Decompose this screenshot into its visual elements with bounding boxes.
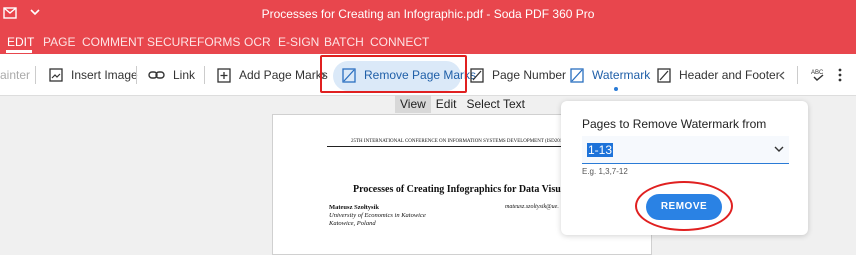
toolbar-divider <box>35 66 36 84</box>
watermark-active-dot <box>614 87 618 91</box>
toolbar-divider <box>797 66 798 84</box>
tab-view[interactable]: View <box>395 95 431 113</box>
doc-header: 25TH INTERNATIONAL CONFERENCE ON INFORMA… <box>351 139 580 144</box>
add-page-marks-icon <box>217 67 231 83</box>
page-number-icon <box>470 67 484 83</box>
pages-label: Pages to Remove Watermark from <box>582 117 767 131</box>
tab-ocr[interactable]: OCR <box>244 35 271 49</box>
tab-secure[interactable]: SECURE <box>147 35 197 49</box>
tab-edit[interactable]: EDIT <box>7 35 34 49</box>
tab-connect[interactable]: CONNECT <box>370 35 429 49</box>
tab-edit-mode[interactable]: Edit <box>431 95 462 113</box>
watermark-icon <box>570 67 584 83</box>
title-bar: Processes for Creating an Infographic.pd… <box>0 0 856 28</box>
painter-label: ainter <box>0 68 31 82</box>
tab-page[interactable]: PAGE <box>43 35 75 49</box>
pages-select[interactable]: 1-13 <box>582 136 789 164</box>
tab-select-text[interactable]: Select Text <box>461 95 529 113</box>
link-button[interactable]: Link <box>148 54 195 96</box>
add-page-marks-label: Add Page Marks <box>239 68 328 82</box>
pages-select-value: 1-13 <box>587 143 614 157</box>
header-footer-button[interactable]: Header and Footer <box>657 54 780 96</box>
toolbar-divider <box>136 66 137 84</box>
watermark-label: Watermark <box>592 68 651 82</box>
window-title: Processes for Creating an Infographic.pd… <box>261 7 595 21</box>
view-mode-tabs: View Edit Select Text <box>395 95 530 113</box>
doc-affiliation: University of Economics in Katowice <box>329 212 426 219</box>
add-page-marks-button[interactable]: Add Page Marks <box>217 54 328 96</box>
painter-button[interactable]: ainter <box>0 54 30 96</box>
header-footer-label: Header and Footer <box>679 68 780 82</box>
tab-forms[interactable]: FORMS <box>197 35 240 49</box>
doc-author: Mateusz Szołtysik <box>329 204 380 211</box>
image-icon <box>49 68 63 82</box>
tab-batch[interactable]: BATCH <box>324 35 364 49</box>
menu-bar: EDIT PAGE COMMENT SECURE FORMS OCR E-SIG… <box>0 28 856 54</box>
scroll-left-icon[interactable] <box>779 54 793 96</box>
active-tab-indicator <box>6 50 32 53</box>
spell-check-icon[interactable]: ABC <box>811 54 835 96</box>
tab-esign[interactable]: E-SIGN <box>278 35 319 49</box>
pages-hint: E.g. 1,3,7-12 <box>582 167 628 176</box>
page-number-button[interactable]: Page Number <box>470 54 566 96</box>
chevron-down-icon <box>774 146 784 152</box>
link-icon <box>148 71 165 79</box>
header-footer-icon <box>657 67 671 83</box>
more-options-icon[interactable] <box>838 54 850 96</box>
tab-comment[interactable]: COMMENT <box>82 35 144 49</box>
doc-location: Katowice, Poland <box>329 220 376 227</box>
doc-email: mateusz.szoltysik@ue. <box>505 204 559 210</box>
page-number-label: Page Number <box>492 68 567 82</box>
toolbar-divider <box>204 66 205 84</box>
link-label: Link <box>173 68 196 82</box>
remove-button-highlight <box>635 181 733 231</box>
insert-image-label: Insert Image <box>71 68 138 82</box>
remove-page-marks-highlight <box>320 55 467 93</box>
watermark-button[interactable]: Watermark <box>570 54 650 96</box>
insert-image-button[interactable]: Insert Image <box>49 54 138 96</box>
